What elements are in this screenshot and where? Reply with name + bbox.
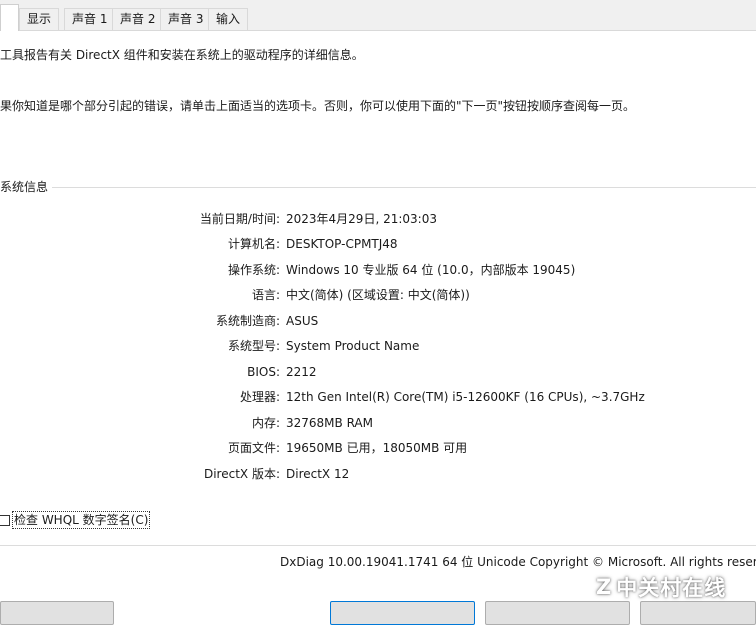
info-value: 12th Gen Intel(R) Core(TM) i5-12600KF (1… bbox=[286, 390, 645, 404]
info-value: DESKTOP-CPMTJ48 bbox=[286, 237, 398, 251]
info-row-os: 操作系统: Windows 10 专业版 64 位 (10.0，内部版本 190… bbox=[0, 260, 756, 280]
info-value: 中文(简体) (区域设置: 中文(简体)) bbox=[286, 288, 470, 302]
info-row-computer-name: 计算机名: DESKTOP-CPMTJ48 bbox=[0, 234, 756, 254]
watermark: Z 中关村在线 bbox=[596, 572, 726, 602]
info-label: 内存: bbox=[251, 416, 280, 430]
info-value: 19650MB 已用，18050MB 可用 bbox=[286, 441, 468, 455]
info-row-manufacturer: 系统制造商: ASUS bbox=[0, 311, 756, 331]
info-label: 当前日期/时间: bbox=[199, 212, 280, 226]
info-label: 系统型号: bbox=[227, 339, 280, 353]
watermark-text: 中关村在线 bbox=[616, 576, 727, 600]
info-label: 系统制造商: bbox=[215, 314, 280, 328]
info-value: 32768MB RAM bbox=[286, 416, 373, 430]
info-value: Windows 10 专业版 64 位 (10.0，内部版本 19045) bbox=[286, 263, 576, 277]
info-row-page-file: 页面文件: 19650MB 已用，18050MB 可用 bbox=[0, 438, 756, 458]
whql-check[interactable]: 检查 WHQL 数字签名(C) bbox=[0, 510, 151, 530]
tab-display[interactable]: 显示 bbox=[19, 8, 60, 30]
info-value: System Product Name bbox=[286, 339, 420, 353]
info-label: 操作系统: bbox=[227, 263, 280, 277]
info-label: BIOS: bbox=[247, 365, 280, 379]
intro-text-line-2: 果你知道是哪个部分引起的错误，请单击上面适当的选项卡。否则，你可以使用下面的"下… bbox=[0, 99, 636, 113]
whql-label[interactable]: 检查 WHQL 数字签名(C) bbox=[12, 511, 151, 529]
info-row-model: 系统型号: System Product Name bbox=[0, 336, 756, 356]
info-row-processor: 处理器: 12th Gen Intel(R) Core(TM) i5-12600… bbox=[0, 387, 756, 407]
info-label: 页面文件: bbox=[227, 441, 280, 455]
info-label: DirectX 版本: bbox=[203, 467, 280, 481]
intro-text-line-1: 工具报告有关 DirectX 组件和安装在系统上的驱动程序的详细信息。 bbox=[0, 48, 364, 62]
info-value: 2023年4月29日, 21:03:03 bbox=[286, 212, 437, 226]
next-page-button[interactable] bbox=[330, 601, 475, 625]
tab-bar: 显示 声音 1 声音 2 声音 3 输入 bbox=[0, 0, 756, 31]
version-copyright: DxDiag 10.00.19041.1741 64 位 Unicode Cop… bbox=[280, 555, 756, 569]
help-button[interactable] bbox=[0, 601, 114, 625]
save-info-button[interactable] bbox=[485, 601, 630, 625]
info-label: 语言: bbox=[251, 288, 280, 302]
tab-sound-2[interactable]: 声音 2 bbox=[112, 8, 164, 30]
section-title: 系统信息 bbox=[0, 178, 53, 196]
watermark-logo-icon: Z bbox=[596, 575, 613, 599]
tab-sound-1[interactable]: 声音 1 bbox=[64, 8, 116, 30]
info-label: 计算机名: bbox=[227, 237, 280, 251]
info-row-directx-version: DirectX 版本: DirectX 12 bbox=[0, 464, 756, 484]
info-value: ASUS bbox=[286, 314, 319, 328]
info-row-bios: BIOS: 2212 bbox=[0, 362, 756, 382]
footer-divider bbox=[0, 545, 756, 546]
section-divider bbox=[44, 187, 756, 188]
exit-button[interactable] bbox=[640, 601, 756, 625]
info-row-language: 语言: 中文(简体) (区域设置: 中文(简体)) bbox=[0, 285, 756, 305]
tab-system[interactable] bbox=[0, 4, 19, 31]
info-value: DirectX 12 bbox=[286, 467, 350, 481]
info-value: 2212 bbox=[286, 365, 317, 379]
info-label: 处理器: bbox=[239, 390, 280, 404]
tab-sound-3[interactable]: 声音 3 bbox=[160, 8, 212, 30]
whql-checkbox[interactable] bbox=[0, 514, 10, 526]
info-row-memory: 内存: 32768MB RAM bbox=[0, 413, 756, 433]
info-row-datetime: 当前日期/时间: 2023年4月29日, 21:03:03 bbox=[0, 209, 756, 229]
tab-input[interactable]: 输入 bbox=[208, 8, 249, 30]
